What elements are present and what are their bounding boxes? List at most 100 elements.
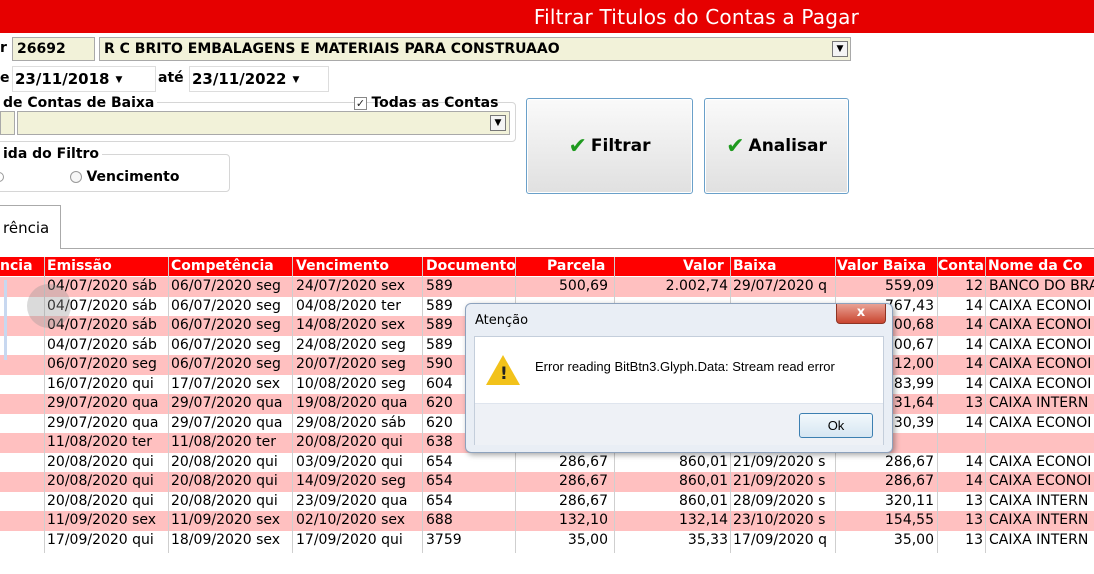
period-from-label: e xyxy=(0,70,10,86)
col-divider xyxy=(985,257,986,553)
cell-valor-baixa: 286,67 xyxy=(885,473,934,489)
cell-parcela: 286,67 xyxy=(559,492,608,509)
cell-parcela: 500,69 xyxy=(559,278,608,294)
vencimento-label: Vencimento xyxy=(86,169,180,185)
cell-competencia: 06/07/2020 seg xyxy=(171,278,281,294)
cell-vencimento: 20/07/2020 seg xyxy=(296,356,406,372)
cell-emissao: 11/09/2020 sex xyxy=(47,512,157,528)
cell-vencimento: 14/09/2020 seg xyxy=(296,473,406,489)
grid-header: ncia Emissão Competência Vencimento Docu… xyxy=(0,257,1094,276)
col-header[interactable]: Baixa xyxy=(733,258,776,274)
col-header[interactable]: Nome da Co xyxy=(988,258,1094,274)
col-header[interactable]: ncia xyxy=(0,258,44,274)
period-to-label: até xyxy=(158,70,184,86)
cell-vencimento: 04/08/2020 ter xyxy=(296,297,401,314)
cell-baixa: 21/09/2020 s xyxy=(733,473,826,489)
cell-emissao: 16/07/2020 qui xyxy=(47,375,154,392)
cell-nome: CAIXA INTERN xyxy=(989,395,1089,411)
col-divider xyxy=(168,257,169,553)
table-row[interactable]: 20/08/2020 qui 20/08/2020 qui 03/09/2020 q… xyxy=(0,453,1094,473)
col-header[interactable]: Emissão xyxy=(47,258,112,274)
dialog-title: Atenção xyxy=(475,313,529,328)
cell-conta: 13 xyxy=(965,395,983,411)
supplier-name-select[interactable]: R C BRITO EMBALAGENS E MATERIAIS PARA CO… xyxy=(99,37,851,61)
accounts-group-title: de Contas de Baixa xyxy=(0,95,158,111)
cell-valor: 860,01 xyxy=(679,453,728,470)
cell-nome: BANCO DO BRA xyxy=(989,278,1094,294)
cell-documento: 654 xyxy=(426,473,453,489)
account-select[interactable] xyxy=(17,111,510,135)
cell-competencia: 06/07/2020 seg xyxy=(171,297,281,314)
cell-emissao: 20/08/2020 qui xyxy=(47,473,154,489)
analisar-button[interactable]: ✔ Analisar xyxy=(704,98,849,194)
dialog-footer: Ok xyxy=(475,403,883,445)
cell-emissao: 20/08/2020 qui xyxy=(47,492,154,509)
dialog-body: ! Error reading BitBtn3.Glyph.Data: Stre… xyxy=(474,336,884,445)
cell-nome: CAIXA ECONOI xyxy=(989,297,1092,314)
col-header[interactable]: Parcela xyxy=(547,258,605,274)
check-icon: ✔ xyxy=(568,133,587,159)
cell-emissao: 06/07/2020 seg xyxy=(47,356,157,372)
all-accounts-label: Todas as Contas xyxy=(371,95,499,111)
table-row[interactable]: 20/08/2020 qui 20/08/2020 qui 14/09/2020 s… xyxy=(0,472,1094,492)
cell-vencimento: 10/08/2020 seg xyxy=(296,375,406,392)
cell-valor-baixa: 154,55 xyxy=(885,512,934,528)
attention-dialog: Atenção x ! Error reading BitBtn3.Glyph.… xyxy=(465,303,893,453)
cell-competencia: 20/08/2020 qui xyxy=(171,473,278,489)
cell-competencia: 29/07/2020 qua xyxy=(171,395,283,411)
chevron-down-icon[interactable]: ▼ xyxy=(832,41,848,57)
cell-valor: 35,33 xyxy=(687,531,728,548)
title-bar: Filtrar Titulos do Contas a Pagar xyxy=(0,0,1094,33)
cell-parcela: 286,67 xyxy=(559,473,608,489)
cell-vencimento: 19/08/2020 qua xyxy=(296,395,408,411)
col-header[interactable]: Conta xyxy=(938,258,984,274)
cell-documento: 654 xyxy=(426,492,453,509)
radio-vencimento[interactable]: Vencimento xyxy=(70,169,179,185)
date-from-picker[interactable]: 23/11/2018 ▼ xyxy=(12,66,156,92)
analisar-label: Analisar xyxy=(748,136,827,156)
chevron-down-icon[interactable]: ▼ xyxy=(115,75,122,85)
filtrar-label: Filtrar xyxy=(590,136,651,156)
cursor-highlight xyxy=(27,284,71,328)
table-row[interactable]: 11/09/2020 sex 11/09/2020 sex 02/10/2020 s… xyxy=(0,511,1094,531)
col-header[interactable]: Documento xyxy=(426,258,515,274)
cell-valor-baixa: 320,11 xyxy=(885,492,934,509)
cell-conta: 14 xyxy=(965,297,983,314)
col-header[interactable]: Vencimento xyxy=(296,258,389,274)
table-row[interactable]: 20/08/2020 qui 20/08/2020 qui 23/09/2020 q… xyxy=(0,492,1094,512)
supplier-code-field[interactable]: 26692 xyxy=(12,37,95,61)
cell-competencia: 17/07/2020 sex xyxy=(171,375,281,392)
col-header[interactable]: Valor Baixa xyxy=(837,258,926,274)
cell-vencimento: 02/10/2020 sex xyxy=(296,512,406,528)
checkbox-check-icon[interactable]: ✓ xyxy=(354,97,367,110)
cell-vencimento: 03/09/2020 qui xyxy=(296,453,403,470)
cell-competencia: 06/07/2020 seg xyxy=(171,336,281,353)
cell-vencimento: 14/08/2020 sex xyxy=(296,317,406,333)
close-glyph: x xyxy=(856,305,866,320)
cell-vencimento: 24/07/2020 sex xyxy=(296,278,406,294)
all-accounts-checkbox[interactable]: ✓ Todas as Contas xyxy=(354,95,498,111)
chevron-down-icon[interactable]: ▼ xyxy=(490,115,506,131)
close-icon[interactable]: x xyxy=(836,304,886,324)
date-to-picker[interactable]: 23/11/2022 ▼ xyxy=(189,66,329,92)
cell-valor-baixa: 559,09 xyxy=(885,278,934,294)
cell-valor-baixa: 35,00 xyxy=(893,531,934,548)
cell-conta: 14 xyxy=(965,336,983,353)
ok-button[interactable]: Ok xyxy=(799,413,873,438)
tab-referencia[interactable]: rência xyxy=(0,205,61,249)
col-header[interactable]: Competência xyxy=(171,258,274,274)
cell-competencia: 11/08/2020 ter xyxy=(171,434,276,450)
chevron-down-icon[interactable]: ▼ xyxy=(292,75,299,85)
account-code-field[interactable] xyxy=(0,111,15,135)
cell-nome: CAIXA INTERN xyxy=(989,531,1089,548)
cell-nome: CAIXA ECONOI xyxy=(989,453,1092,470)
cell-nome: CAIXA ECONOI xyxy=(989,414,1092,431)
radio-circle-icon[interactable] xyxy=(70,171,82,183)
cell-conta: 14 xyxy=(965,356,983,372)
filtrar-button[interactable]: ✔ Filtrar xyxy=(526,98,693,194)
col-header[interactable]: Valor xyxy=(683,258,724,274)
cell-competencia: 11/09/2020 sex xyxy=(171,512,281,528)
table-row[interactable]: 04/07/2020 sáb 06/07/2020 seg 24/07/2020 s… xyxy=(0,277,1094,297)
table-row[interactable]: 17/09/2020 qui 18/09/2020 sex 17/09/2020 q… xyxy=(0,531,1094,551)
check-icon: ✔ xyxy=(726,133,745,159)
